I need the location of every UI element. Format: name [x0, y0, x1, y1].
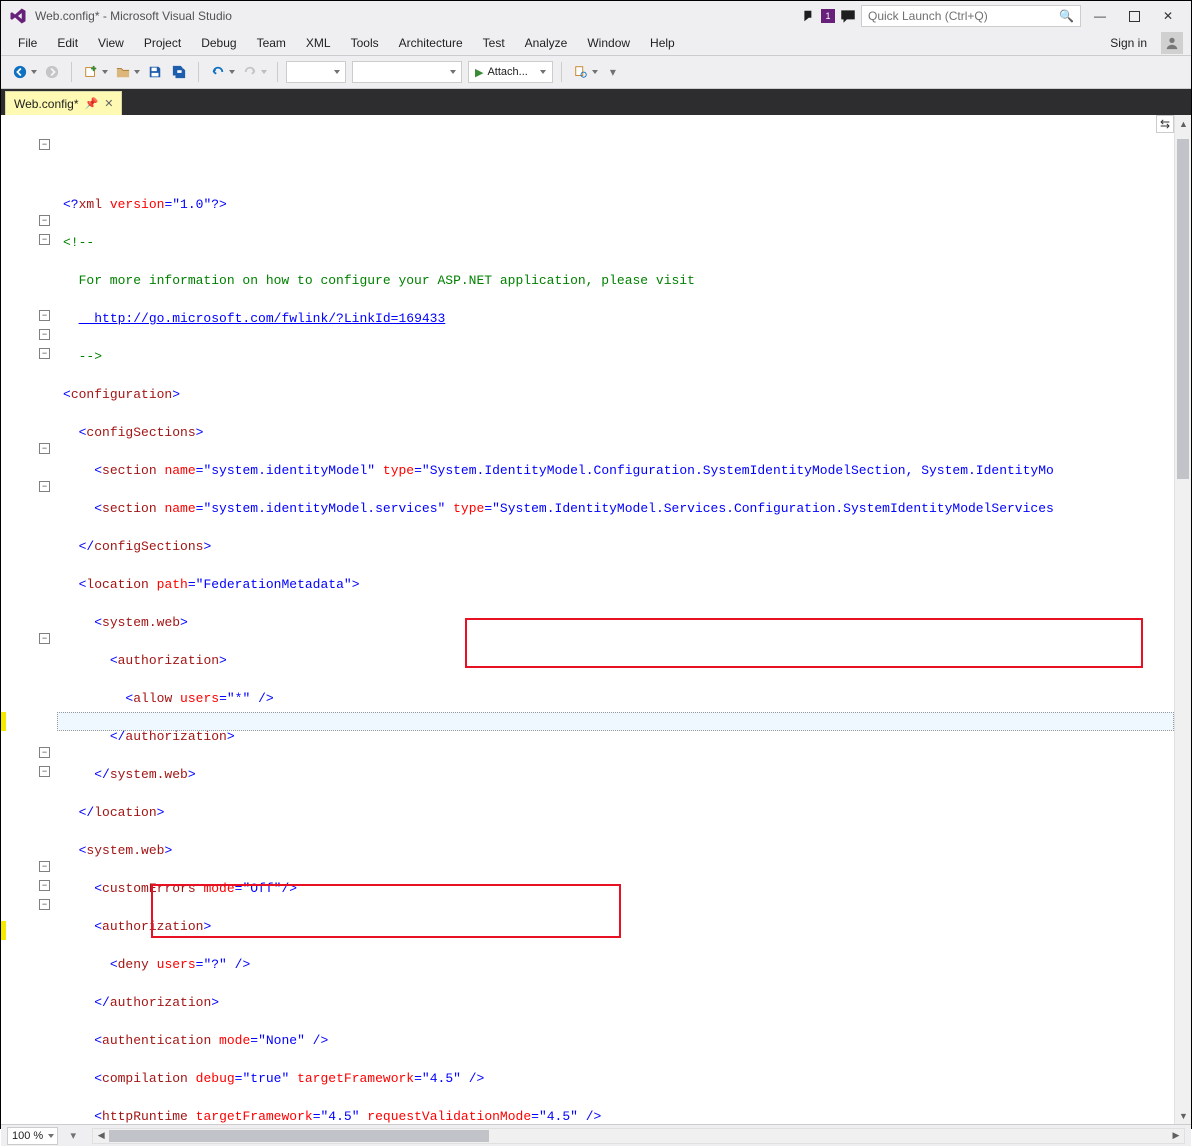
- fold-toggle[interactable]: −: [39, 329, 50, 340]
- vs-logo-icon: [9, 7, 27, 25]
- toolbar-separator: [71, 62, 72, 82]
- document-tab-well: Web.config* 📌 ✕: [1, 89, 1191, 115]
- fold-toggle[interactable]: −: [39, 234, 50, 245]
- close-tab-icon[interactable]: ✕: [104, 97, 113, 110]
- quick-launch-input[interactable]: Quick Launch (Ctrl+Q) 🔍: [861, 5, 1081, 27]
- toolbar-separator: [561, 62, 562, 82]
- toolbar-separator: [277, 62, 278, 82]
- editor-gutter: − − − − − − − − − − − − − −: [1, 115, 57, 1124]
- new-project-button[interactable]: [80, 61, 102, 83]
- fold-toggle[interactable]: −: [39, 766, 50, 777]
- pin-icon[interactable]: 📌: [84, 97, 98, 110]
- vertical-scrollbar[interactable]: ▲ ▼: [1174, 115, 1191, 1124]
- feedback-icon[interactable]: [839, 7, 857, 25]
- solution-platform-combo[interactable]: [352, 61, 462, 83]
- menu-team[interactable]: Team: [248, 33, 295, 53]
- search-icon: 🔍: [1059, 9, 1074, 23]
- minimize-button[interactable]: —: [1085, 5, 1115, 27]
- fold-toggle[interactable]: −: [39, 310, 50, 321]
- fold-toggle[interactable]: −: [39, 880, 50, 891]
- horizontal-scrollbar[interactable]: ◀ ▶: [92, 1128, 1185, 1144]
- maximize-button[interactable]: [1119, 5, 1149, 27]
- code-editor: − − − − − − − − − − − − − − <?xml versio…: [1, 115, 1191, 1124]
- scroll-down-icon[interactable]: ▼: [1175, 1107, 1192, 1124]
- title-bar: Web.config* - Microsoft Visual Studio 1 …: [1, 1, 1191, 31]
- menu-bar: File Edit View Project Debug Team XML To…: [1, 31, 1191, 55]
- play-icon: ▶: [475, 66, 483, 79]
- menu-file[interactable]: File: [9, 33, 46, 53]
- save-button[interactable]: [144, 61, 166, 83]
- tab-label: Web.config*: [14, 97, 78, 111]
- fold-toggle[interactable]: −: [39, 747, 50, 758]
- editor-status-bar: 100 % ▾ ◀ ▶: [1, 1124, 1191, 1146]
- fold-toggle[interactable]: −: [39, 861, 50, 872]
- fold-toggle[interactable]: −: [39, 633, 50, 644]
- notification-flag-icon[interactable]: [797, 7, 817, 25]
- notification-count-badge[interactable]: 1: [821, 9, 835, 23]
- quick-launch-placeholder: Quick Launch (Ctrl+Q): [868, 9, 988, 23]
- split-editor-icon[interactable]: ⇆: [1156, 115, 1174, 133]
- document-tab-webconfig[interactable]: Web.config* 📌 ✕: [5, 91, 122, 115]
- menu-test[interactable]: Test: [474, 33, 514, 53]
- fold-toggle[interactable]: −: [39, 443, 50, 454]
- window-title: Web.config* - Microsoft Visual Studio: [35, 9, 232, 23]
- save-all-button[interactable]: [168, 61, 190, 83]
- fold-toggle[interactable]: −: [39, 139, 50, 150]
- undo-button[interactable]: [207, 61, 229, 83]
- code-text-area[interactable]: <?xml version="1.0"?> <!-- For more info…: [57, 115, 1174, 1124]
- nav-back-button[interactable]: [9, 61, 31, 83]
- menu-help[interactable]: Help: [641, 33, 684, 53]
- fold-toggle[interactable]: −: [39, 348, 50, 359]
- menu-view[interactable]: View: [89, 33, 133, 53]
- menu-architecture[interactable]: Architecture: [390, 33, 472, 53]
- scroll-left-icon[interactable]: ◀: [93, 1129, 109, 1143]
- fold-toggle[interactable]: −: [39, 481, 50, 492]
- toolbar-separator: [198, 62, 199, 82]
- nav-forward-button[interactable]: [41, 61, 63, 83]
- sign-in-link[interactable]: Sign in: [1102, 33, 1155, 53]
- open-file-button[interactable]: [112, 61, 134, 83]
- redo-button[interactable]: [239, 61, 261, 83]
- menu-analyze[interactable]: Analyze: [516, 33, 577, 53]
- zoom-combo[interactable]: 100 %: [7, 1127, 58, 1145]
- menu-debug[interactable]: Debug: [192, 33, 245, 53]
- toolbar-overflow-icon[interactable]: ▾: [602, 61, 624, 83]
- menu-edit[interactable]: Edit: [48, 33, 87, 53]
- menu-project[interactable]: Project: [135, 33, 190, 53]
- attach-label: Attach...: [487, 66, 527, 78]
- no-issues-icon[interactable]: ▾: [62, 1125, 84, 1147]
- fold-toggle[interactable]: −: [39, 899, 50, 910]
- menu-xml[interactable]: XML: [297, 33, 340, 53]
- scroll-up-icon[interactable]: ▲: [1175, 115, 1192, 132]
- fold-toggle[interactable]: −: [39, 215, 50, 226]
- zoom-value: 100 %: [12, 1130, 43, 1142]
- toolbar: ▶ Attach... ▾: [1, 55, 1191, 89]
- modification-bar: [1, 115, 7, 1124]
- user-avatar-icon[interactable]: [1161, 32, 1183, 54]
- find-in-files-button[interactable]: [570, 61, 592, 83]
- attach-debugger-button[interactable]: ▶ Attach...: [468, 61, 553, 83]
- solution-config-combo[interactable]: [286, 61, 346, 83]
- menu-window[interactable]: Window: [578, 33, 639, 53]
- scrollbar-thumb[interactable]: [109, 1130, 489, 1142]
- scroll-right-icon[interactable]: ▶: [1168, 1129, 1184, 1143]
- scrollbar-thumb[interactable]: [1177, 139, 1189, 479]
- menu-tools[interactable]: Tools: [342, 33, 388, 53]
- close-button[interactable]: ✕: [1153, 5, 1183, 27]
